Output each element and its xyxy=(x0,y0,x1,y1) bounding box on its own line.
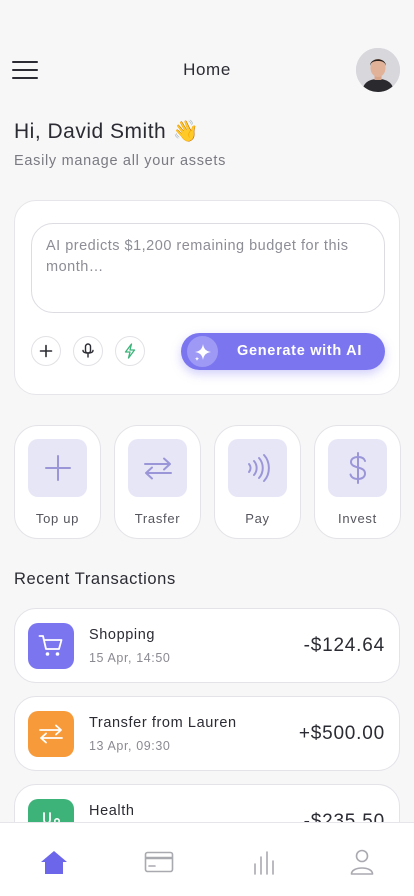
profile-icon[interactable] xyxy=(347,847,377,877)
pay-button[interactable]: Pay xyxy=(214,425,301,539)
transaction-amount: -$124.64 xyxy=(303,635,385,656)
transfer-label: Trasfer xyxy=(134,511,181,526)
avatar[interactable] xyxy=(356,48,400,92)
bottom-navigation xyxy=(0,822,414,896)
transaction-name: Shopping xyxy=(89,627,156,643)
lightning-icon[interactable] xyxy=(115,336,145,366)
invest-label: Invest xyxy=(338,511,377,526)
transaction-name: Health xyxy=(89,803,135,819)
transaction-name: Transfer from Lauren xyxy=(89,715,237,731)
ai-prompt-input[interactable]: AI predicts $1,200 remaining budget for … xyxy=(31,223,385,313)
transaction-amount: +$500.00 xyxy=(298,723,385,744)
transfer-arrows-icon xyxy=(128,439,187,497)
top-up-label: Top up xyxy=(35,511,80,526)
microphone-icon[interactable] xyxy=(73,336,103,366)
pay-label: Pay xyxy=(245,511,270,526)
ai-assistant-card: AI predicts $1,200 remaining budget for … xyxy=(14,200,400,395)
transaction-date: 13 Apr, 09:30 xyxy=(89,739,171,753)
plus-icon xyxy=(28,439,87,497)
top-up-button[interactable]: Top up xyxy=(14,425,101,539)
sparkle-icon xyxy=(187,336,218,367)
contactless-icon xyxy=(228,439,287,497)
home-icon[interactable] xyxy=(39,847,69,877)
top-bar: Home xyxy=(0,46,414,94)
dollar-icon xyxy=(328,439,387,497)
transfer-arrows-icon xyxy=(28,711,74,757)
plus-icon[interactable] xyxy=(31,336,61,366)
transfer-button[interactable]: Trasfer xyxy=(114,425,201,539)
page-title: Home xyxy=(183,60,231,79)
generate-button-label: Generate with AI xyxy=(237,343,363,359)
recent-transactions-title: Recent Transactions xyxy=(14,570,176,588)
cart-icon xyxy=(28,623,74,669)
card-icon[interactable] xyxy=(144,847,174,877)
transaction-row[interactable]: Shopping 15 Apr, 14:50 -$124.64 xyxy=(14,608,400,683)
greeting-subtitle: Easily manage all your assets xyxy=(14,153,227,169)
app-screen: Home Hi, David Smith 👋 Easily manage all… xyxy=(0,0,414,896)
transaction-row[interactable]: Transfer from Lauren 13 Apr, 09:30 +$500… xyxy=(14,696,400,771)
invest-button[interactable]: Invest xyxy=(314,425,401,539)
chart-icon[interactable] xyxy=(248,847,278,877)
generate-with-ai-button[interactable]: Generate with AI xyxy=(181,333,385,370)
transaction-date: 15 Apr, 14:50 xyxy=(89,651,171,665)
greeting-title: Hi, David Smith 👋 xyxy=(14,120,200,143)
